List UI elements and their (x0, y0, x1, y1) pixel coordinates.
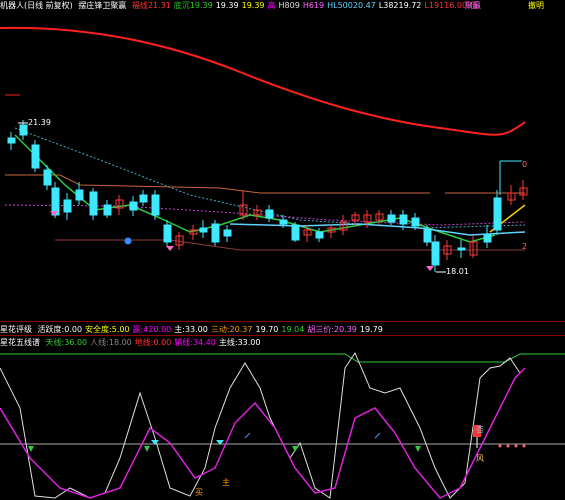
green-arrow-1 (144, 446, 150, 452)
red-dot-1 (506, 444, 510, 448)
sub-header-2: 星花五线谱 天线:36.00 人线:18.00 地线:0.00 辅线:34.40 主线:… (0, 337, 565, 348)
band-upper (5, 174, 430, 194)
sub2-name[interactable]: 星花五线谱 (0, 338, 40, 347)
sub1-item-6: 19.04 (281, 325, 305, 334)
candle-body-23 (291, 224, 300, 241)
red-dot-2 (514, 444, 518, 448)
candle-body-33 (411, 217, 420, 227)
sub1-item-5: 19.70 (255, 325, 279, 334)
sub2-item-4: 主线:33.00 (218, 338, 261, 347)
green-arrow-0 (28, 446, 34, 452)
green-arrow-3 (415, 446, 421, 452)
sub1-values: 活跃度:0.00 安全度:5.00 赢:420.00 主:33.00 三动:20.37 1… (38, 325, 386, 334)
right-mark-bottom: 2 (522, 242, 528, 251)
blue-dot (124, 237, 132, 245)
header-item-9: L19116.00 (424, 1, 468, 10)
candle-body-5 (63, 199, 72, 213)
candle-body-39 (483, 234, 492, 243)
header-item-5: H809 (278, 1, 300, 10)
sub2-item-3: 辅线:34.40 (174, 338, 216, 347)
candle-body-25 (315, 231, 324, 239)
sky-line (0, 353, 565, 363)
aux-line (0, 367, 526, 499)
candle-body-12 (151, 194, 160, 216)
dotted-magenta (4, 204, 526, 226)
sub1-item-4: 三动:20.37 (210, 325, 253, 334)
header-item-4: 高 (267, 1, 276, 10)
wind-tag: 风 (476, 454, 484, 463)
sun-tag: 杏 (476, 425, 484, 434)
right-mark-top: 0 (522, 160, 528, 169)
candle-body-7 (89, 191, 98, 216)
chart-title[interactable]: 机器人(日线 前复权) (0, 1, 73, 10)
candle-body-6 (75, 189, 84, 201)
pink-diamond-2 (166, 246, 174, 251)
panel-divider-1 (0, 321, 565, 322)
header-item-2: 19.39 (215, 1, 239, 10)
ma-slow (229, 223, 526, 236)
pink-diamond-3 (426, 266, 434, 271)
candle-body-34 (423, 229, 432, 243)
sub1-item-7: 胡三价:20.39 (307, 325, 357, 334)
candle-body-22 (279, 219, 288, 225)
red-dot-0 (498, 444, 502, 448)
candle-body-10 (129, 201, 138, 211)
sub-header-1: 星花评级 活跃度:0.00 安全度:5.00 赢:420.00 主:33.00 三动:2… (0, 324, 565, 335)
candle-body-17 (211, 223, 220, 243)
candle-body-4 (51, 187, 60, 216)
high-label: 21.39 (28, 118, 51, 127)
trend-line (0, 26, 526, 136)
header-item-8: L38219.72 (378, 1, 422, 10)
sub1-item-1: 安全度:5.00 (85, 325, 130, 334)
header-item-0: 福线21.31 (131, 1, 171, 10)
header-item-1: 底沉19.39 (173, 1, 213, 10)
candle-body-0 (7, 137, 16, 144)
red-dot-3 (522, 444, 526, 448)
header-item-6: H619 (302, 1, 325, 10)
sub2-item-0: 天线:36.00 (45, 338, 88, 347)
sub2-item-2: 地线:0.00 (134, 338, 172, 347)
ma-fast (14, 134, 496, 243)
sub1-item-8: 19.79 (359, 325, 383, 334)
candle-body-3 (43, 169, 52, 186)
candle-body-13 (163, 224, 172, 243)
main-price-chart[interactable] (0, 10, 565, 320)
candle-body-40 (493, 197, 502, 231)
candle-body-11 (139, 194, 148, 203)
candle-body-18 (223, 229, 232, 237)
header-item-3: 19.39 (241, 1, 265, 10)
candle-body-8 (103, 204, 112, 216)
sub2-values: 天线:36.00 人线:18.00 地线:0.00 辅线:34.40 主线:33.00 (46, 338, 264, 347)
green-arrow-2 (292, 446, 298, 452)
candle-body-16 (199, 227, 208, 233)
header-values: 福线21.31 底沉19.39 19.39 19.39 高 H809 H619 HL50020… (132, 1, 481, 10)
candle-body-21 (265, 209, 274, 219)
sub1-name[interactable]: 星花评级 (0, 325, 32, 334)
candle-body-1 (19, 124, 28, 136)
main-line (0, 351, 521, 499)
sub1-item-3: 主:33.00 (174, 325, 208, 334)
candle-body-2 (31, 144, 40, 169)
low-label: 18.01 (446, 267, 469, 276)
panel-divider-2 (0, 335, 565, 336)
sub1-item-2: 赢:420.00 (132, 325, 172, 334)
indicator-name[interactable]: 摆庄锋卫聚赢 (78, 1, 126, 10)
sub1-item-0: 活跃度:0.00 (37, 325, 83, 334)
candle-body-32 (399, 214, 408, 225)
candle-body-31 (387, 214, 396, 223)
candle-body-37 (457, 247, 466, 251)
main-tag: 主 (222, 478, 230, 487)
header-item-7: HL50020.47 (327, 1, 376, 10)
blue-tick-1 (374, 432, 381, 439)
blue-tick-0 (244, 432, 251, 439)
sub2-item-1: 人线:18.00 (90, 338, 132, 347)
buy-tag: 买 (195, 488, 203, 497)
candle-body-35 (431, 241, 440, 266)
